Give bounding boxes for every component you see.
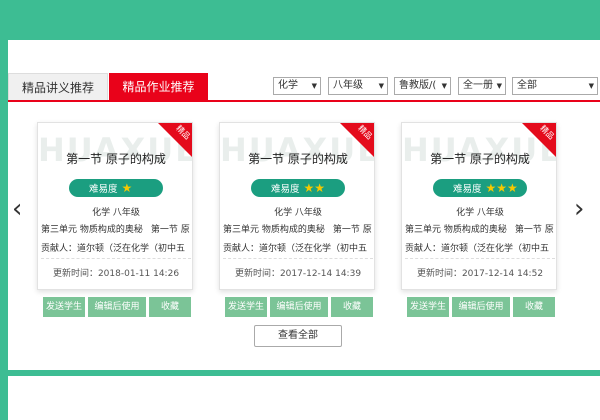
- difficulty-badge: 难易度 ★: [69, 179, 163, 197]
- edit-and-use-button[interactable]: 编辑后使用: [88, 297, 146, 317]
- volume-select[interactable]: 全一册 ▼: [458, 77, 506, 95]
- view-all-button[interactable]: 查看全部: [254, 325, 342, 347]
- dropdown-arrow-icon: ▼: [496, 82, 502, 90]
- homework-card[interactable]: HUAXUE 精品 第一节 原子的构成 难易度 ★ 化学 八年级 第三单元 物质构…: [37, 122, 193, 290]
- chevron-left-icon[interactable]: ‹: [12, 194, 22, 224]
- star-icon: ★: [121, 181, 133, 195]
- homework-card[interactable]: HUAXUE 精品 第一节 原子的构成 难易度 ★★★ 化学 八年级 第三单元 物…: [401, 122, 557, 290]
- card-units: 第三单元 物质构成的奥秘 第一节 原: [41, 222, 191, 235]
- edition-select-value: 鲁教版/(: [399, 80, 437, 91]
- difficulty-label: 难易度: [89, 184, 118, 195]
- divider: [223, 258, 373, 259]
- difficulty-badge: 难易度 ★★: [251, 179, 345, 197]
- card-contributor: 贡献人：道尔顿（泛在化学（初中五: [405, 244, 550, 254]
- grade-select-value: 八年级: [333, 80, 363, 91]
- subject-select-value: 化学: [278, 80, 298, 91]
- scope-select-value: 全部: [517, 80, 537, 91]
- card-subject: 化学 八年级: [274, 208, 322, 218]
- send-to-students-button[interactable]: 发送学生: [43, 297, 85, 317]
- dropdown-arrow-icon: ▼: [311, 82, 317, 90]
- card-title[interactable]: 第一节 原子的构成: [402, 150, 556, 167]
- favorite-button[interactable]: 收藏: [513, 297, 555, 317]
- chevron-right-icon[interactable]: ›: [574, 194, 584, 224]
- star-icon: ★★: [303, 181, 326, 195]
- recommend-panel: 精品讲义推荐 精品作业推荐 化学 ▼ 八年级 ▼ 鲁教版/(▼ 全一册 ▼ 全部 ▼ ‹…: [8, 40, 600, 370]
- difficulty-badge: 难易度 ★★★: [433, 179, 527, 197]
- send-to-students-button[interactable]: 发送学生: [225, 297, 267, 317]
- star-icon: ★★★: [485, 181, 518, 195]
- difficulty-label: 难易度: [453, 184, 482, 195]
- edit-and-use-button[interactable]: 编辑后使用: [452, 297, 510, 317]
- favorite-button[interactable]: 收藏: [149, 297, 191, 317]
- card-units: 第三单元 物质构成的奥秘 第一节 原: [223, 222, 373, 235]
- card-unit: 第三单元 物质构成的奥秘: [41, 225, 143, 235]
- divider: [405, 258, 555, 259]
- card-section: 第一节 原: [332, 225, 372, 235]
- tab-premium-handouts[interactable]: 精品讲义推荐: [8, 73, 108, 101]
- card-update-time: 更新时间：2017-12-14 14:52: [416, 269, 544, 279]
- tab-premium-homework[interactable]: 精品作业推荐: [109, 73, 208, 101]
- card-unit: 第三单元 物质构成的奥秘: [405, 225, 507, 235]
- card-section: 第一节 原: [150, 225, 190, 235]
- difficulty-label: 难易度: [271, 184, 300, 195]
- card-update-time: 更新时间：2018-01-11 14:26: [52, 269, 180, 279]
- card-title[interactable]: 第一节 原子的构成: [220, 150, 374, 167]
- dropdown-arrow-icon: ▼: [588, 82, 594, 90]
- footer-panel: [8, 376, 600, 420]
- favorite-button[interactable]: 收藏: [331, 297, 373, 317]
- homework-card[interactable]: HUAXUE 精品 第一节 原子的构成 难易度 ★★ 化学 八年级 第三单元 物质…: [219, 122, 375, 290]
- card-subject: 化学 八年级: [456, 208, 504, 218]
- card-contributor: 贡献人：道尔顿（泛在化学（初中五: [41, 244, 186, 254]
- grade-select[interactable]: 八年级 ▼: [328, 77, 388, 95]
- card-section: 第一节 原: [514, 225, 554, 235]
- card-title[interactable]: 第一节 原子的构成: [38, 150, 192, 167]
- card-units: 第三单元 物质构成的奥秘 第一节 原: [405, 222, 555, 235]
- send-to-students-button[interactable]: 发送学生: [407, 297, 449, 317]
- scope-select[interactable]: 全部 ▼: [512, 77, 598, 95]
- card-update-time: 更新时间：2017-12-14 14:39: [234, 269, 362, 279]
- volume-select-value: 全一册: [463, 80, 493, 91]
- card-contributor: 贡献人：道尔顿（泛在化学（初中五: [223, 244, 368, 254]
- card-unit: 第三单元 物质构成的奥秘: [223, 225, 325, 235]
- tab-underline: [8, 100, 600, 102]
- divider: [41, 258, 191, 259]
- dropdown-arrow-icon: ▼: [378, 82, 384, 90]
- edit-and-use-button[interactable]: 编辑后使用: [270, 297, 328, 317]
- edition-select[interactable]: 鲁教版/( ▼: [394, 77, 451, 95]
- subject-select[interactable]: 化学 ▼: [273, 77, 321, 95]
- card-subject: 化学 八年级: [92, 208, 140, 218]
- dropdown-arrow-icon: ▼: [441, 82, 447, 90]
